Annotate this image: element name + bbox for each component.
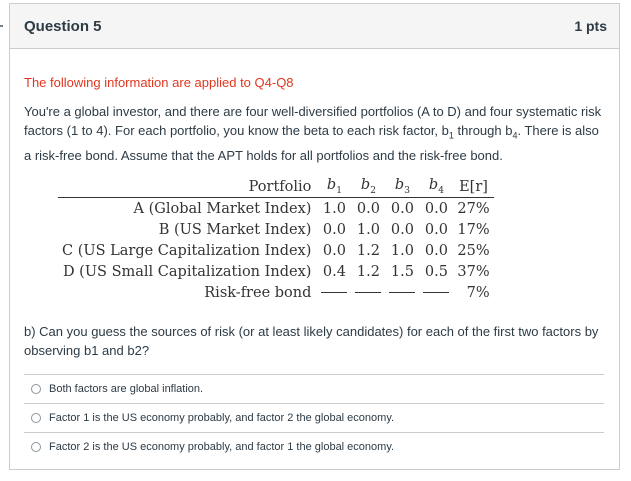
radio-button[interactable] — [31, 384, 41, 394]
intro-paragraph: You're a global investor, and there are … — [24, 102, 605, 165]
question-title: Question 5 — [24, 17, 102, 35]
intro-applies-text: The following information are applied to… — [24, 75, 294, 90]
portfolio-beta-table: Portfolio b1 b2 b3 b4 E[r] A (Global Mar… — [58, 176, 494, 303]
table-row: A (Global Market Index) 1.0 0.0 0.0 0.0 … — [58, 198, 494, 220]
cell-b4: 0.0 — [424, 242, 448, 259]
row-name: C (US Large Capitalization Index) — [62, 242, 312, 259]
cell-b4: 0.0 — [424, 221, 448, 238]
cell-b4: 0.0 — [424, 200, 448, 217]
cell-b3: 1.0 — [390, 242, 414, 259]
cell-er: 37% — [457, 263, 490, 280]
riskfree-b3-blank — [385, 282, 419, 303]
cell-b2: 1.2 — [356, 263, 380, 280]
cell-b3: 0.0 — [390, 200, 414, 217]
cell-er: 27% — [457, 200, 490, 217]
answer-option[interactable]: Factor 1 is the US economy probably, and… — [24, 403, 604, 432]
table-row: C (US Large Capitalization Index) 0.0 1.… — [58, 240, 494, 261]
table-row: B (US Market Index) 0.0 1.0 0.0 0.0 17% — [58, 219, 494, 240]
header-b1: b1 — [326, 177, 342, 196]
header-b4: b4 — [428, 177, 444, 196]
cell-b3: 0.0 — [390, 221, 414, 238]
answer-label: Both factors are global inflation. — [49, 383, 204, 395]
row-name: B (US Market Index) — [158, 221, 312, 238]
question-points: 1 pts — [574, 18, 607, 34]
riskfree-b1-blank — [317, 282, 351, 303]
cell-b1: 0.4 — [322, 263, 346, 280]
row-name: D (US Small Capitalization Index) — [62, 263, 312, 280]
cell-b2: 1.0 — [356, 221, 380, 238]
cell-b1: 0.0 — [322, 221, 346, 238]
answer-list: Both factors are global inflation. Facto… — [24, 374, 604, 461]
cell-b3: 1.5 — [390, 263, 414, 280]
header-expected-return: E[r] — [459, 178, 488, 195]
header-b3: b3 — [394, 177, 410, 196]
cell-b4: 0.5 — [424, 263, 448, 280]
riskfree-b4-blank — [419, 282, 453, 303]
row-name: A (Global Market Index) — [133, 200, 312, 217]
cell-b1: 1.0 — [322, 200, 346, 217]
question-card: Question 5 1 pts The following informati… — [9, 3, 620, 470]
question-header: Question 5 1 pts — [10, 4, 619, 49]
radio-button[interactable] — [31, 413, 41, 423]
answer-option[interactable]: Both factors are global inflation. — [24, 374, 604, 403]
answer-option[interactable]: Factor 2 is the US economy probably, and… — [24, 432, 604, 461]
cell-er: 17% — [457, 221, 490, 238]
question-body: The following information are applied to… — [10, 75, 619, 165]
table-row-riskfree: Risk-free bond 7% — [58, 282, 494, 303]
header-b2: b2 — [360, 177, 376, 196]
answer-label: Factor 1 is the US economy probably, and… — [49, 412, 395, 424]
table-header-row: Portfolio b1 b2 b3 b4 E[r] — [58, 176, 494, 198]
left-edge-marker — [0, 25, 3, 27]
header-portfolio: Portfolio — [248, 178, 312, 195]
cell-b2: 0.0 — [356, 200, 380, 217]
cell-er: 25% — [457, 242, 490, 259]
answer-label: Factor 2 is the US economy probably, and… — [49, 441, 395, 453]
riskfree-b2-blank — [351, 282, 385, 303]
cell-b1: 0.0 — [322, 242, 346, 259]
riskfree-name: Risk-free bond — [204, 284, 312, 301]
sub-question-text: b) Can you guess the sources of risk (or… — [24, 324, 599, 358]
table-row: D (US Small Capitalization Index) 0.4 1.… — [58, 261, 494, 282]
intro-text-part2: through b — [453, 123, 513, 138]
riskfree-er: 7% — [466, 284, 490, 301]
cell-b2: 1.2 — [356, 242, 380, 259]
radio-button[interactable] — [31, 442, 41, 452]
